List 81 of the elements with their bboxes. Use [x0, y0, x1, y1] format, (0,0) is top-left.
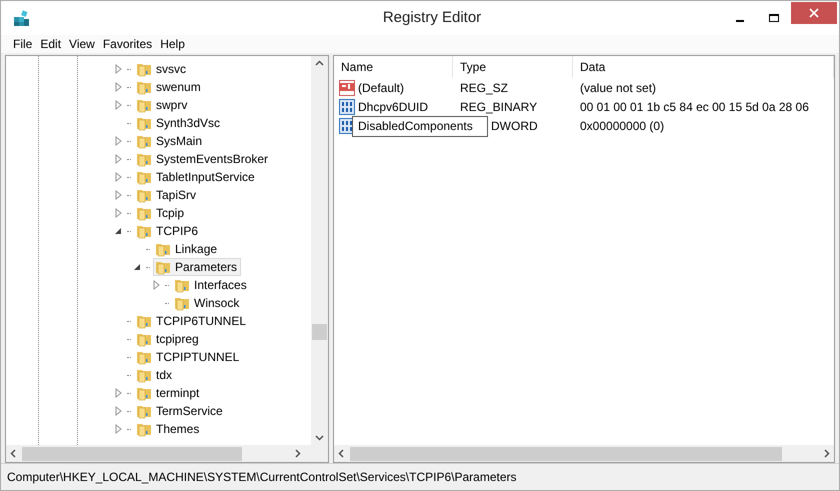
- scroll-right-icon[interactable]: [824, 449, 830, 458]
- value-data: 0x00000000 (0): [580, 118, 664, 132]
- tree-item[interactable]: Winsock: [172, 294, 244, 312]
- folder-icon: [136, 223, 152, 239]
- tree-item[interactable]: TCPIP6: [134, 222, 202, 240]
- string-value-icon: [339, 80, 355, 96]
- collapse-arrow-icon[interactable]: [114, 226, 124, 236]
- vertical-scrollbar[interactable]: [311, 56, 328, 445]
- value-type: REG_BINARY: [460, 100, 538, 114]
- tree-item[interactable]: swenum: [134, 78, 205, 96]
- close-button[interactable]: [791, 2, 837, 24]
- folder-icon: [155, 259, 171, 275]
- collapse-arrow-icon[interactable]: [133, 262, 143, 272]
- folder-icon: [136, 79, 152, 95]
- horizontal-scrollbar[interactable]: [6, 445, 328, 462]
- tree-item[interactable]: Synth3dVsc: [134, 114, 224, 132]
- menu-item[interactable]: View: [65, 35, 99, 53]
- value-data: 00 01 00 01 1b c5 84 ec 00 15 5d 0a 28 06: [580, 100, 809, 114]
- value-data: (value not set): [580, 80, 656, 94]
- tree-item[interactable]: terminpt: [134, 384, 204, 402]
- tree-item[interactable]: Linkage: [153, 240, 222, 258]
- scroll-thumb[interactable]: [350, 446, 782, 460]
- menu-item[interactable]: Favorites: [98, 35, 156, 53]
- tree-item[interactable]: SystemEventsBroker: [134, 150, 272, 168]
- tree-item[interactable]: Interfaces: [172, 276, 251, 294]
- menu-item[interactable]: Help: [156, 35, 189, 53]
- value-type: DWORD: [491, 118, 538, 132]
- close-icon: [809, 8, 819, 18]
- folder-icon: [136, 331, 152, 347]
- column-header[interactable]: Name: [334, 56, 453, 78]
- scroll-thumb[interactable]: [22, 446, 242, 460]
- folder-icon: [136, 115, 152, 131]
- folder-icon: [136, 349, 152, 365]
- folder-icon: [136, 205, 152, 221]
- horizontal-scrollbar[interactable]: [334, 445, 834, 462]
- folder-icon: [174, 277, 190, 293]
- folder-icon: [136, 61, 152, 77]
- tree-item[interactable]: Tcpip: [134, 204, 188, 222]
- tree-item[interactable]: TCPIP6TUNNEL: [134, 312, 250, 330]
- rename-field[interactable]: DisabledComponents: [352, 116, 488, 136]
- folder-icon: [136, 187, 152, 203]
- tree-item[interactable]: tcpipreg: [134, 330, 203, 348]
- tree-item[interactable]: Themes: [134, 420, 204, 438]
- folder-icon: [136, 313, 152, 329]
- value-name: (Default): [358, 80, 404, 96]
- folder-icon: [136, 421, 152, 437]
- app-icon: [13, 9, 31, 27]
- menu-item[interactable]: File: [9, 35, 36, 53]
- tree-item[interactable]: TermService: [134, 402, 227, 420]
- folder-icon: [136, 151, 152, 167]
- scroll-thumb[interactable]: [312, 324, 327, 340]
- tree-item[interactable]: tdx: [134, 366, 176, 384]
- folder-icon: [136, 97, 152, 113]
- folder-icon: [155, 241, 171, 257]
- tree-item[interactable]: Parameters: [153, 258, 242, 276]
- column-header[interactable]: Type: [453, 56, 573, 78]
- folder-icon: [136, 169, 152, 185]
- expand-arrow-icon[interactable]: [152, 280, 162, 290]
- tree-item[interactable]: SysMain: [134, 132, 206, 150]
- tree-item[interactable]: svsvc: [134, 60, 190, 78]
- folder-icon: [136, 367, 152, 383]
- window-title: Registry Editor: [382, 8, 482, 28]
- binary-value-icon: [339, 98, 355, 114]
- scroll-left-icon[interactable]: [10, 449, 16, 458]
- scroll-left-icon[interactable]: [338, 449, 344, 458]
- tree-item[interactable]: TapiSrv: [134, 186, 200, 204]
- column-header[interactable]: Data: [573, 56, 834, 78]
- scroll-down-icon[interactable]: [315, 435, 324, 441]
- tree-item[interactable]: TCPIPTUNNEL: [134, 348, 244, 366]
- scroll-right-icon[interactable]: [295, 449, 301, 458]
- menu-item[interactable]: Edit: [36, 35, 66, 53]
- scroll-up-icon[interactable]: [315, 60, 324, 66]
- value-type: REG_SZ: [460, 80, 508, 94]
- tree-item[interactable]: swprv: [134, 96, 192, 114]
- folder-icon: [136, 403, 152, 419]
- folder-icon: [136, 385, 152, 401]
- folder-icon: [136, 133, 152, 149]
- tree-item[interactable]: TabletInputService: [134, 168, 259, 186]
- folder-icon: [174, 295, 190, 311]
- value-name: Dhcpv6DUID: [358, 98, 428, 116]
- status-path: Computer\HKEY_LOCAL_MACHINE\SYSTEM\CurrentControlSet\Services\TCPIP6\Parameters: [7, 469, 517, 486]
